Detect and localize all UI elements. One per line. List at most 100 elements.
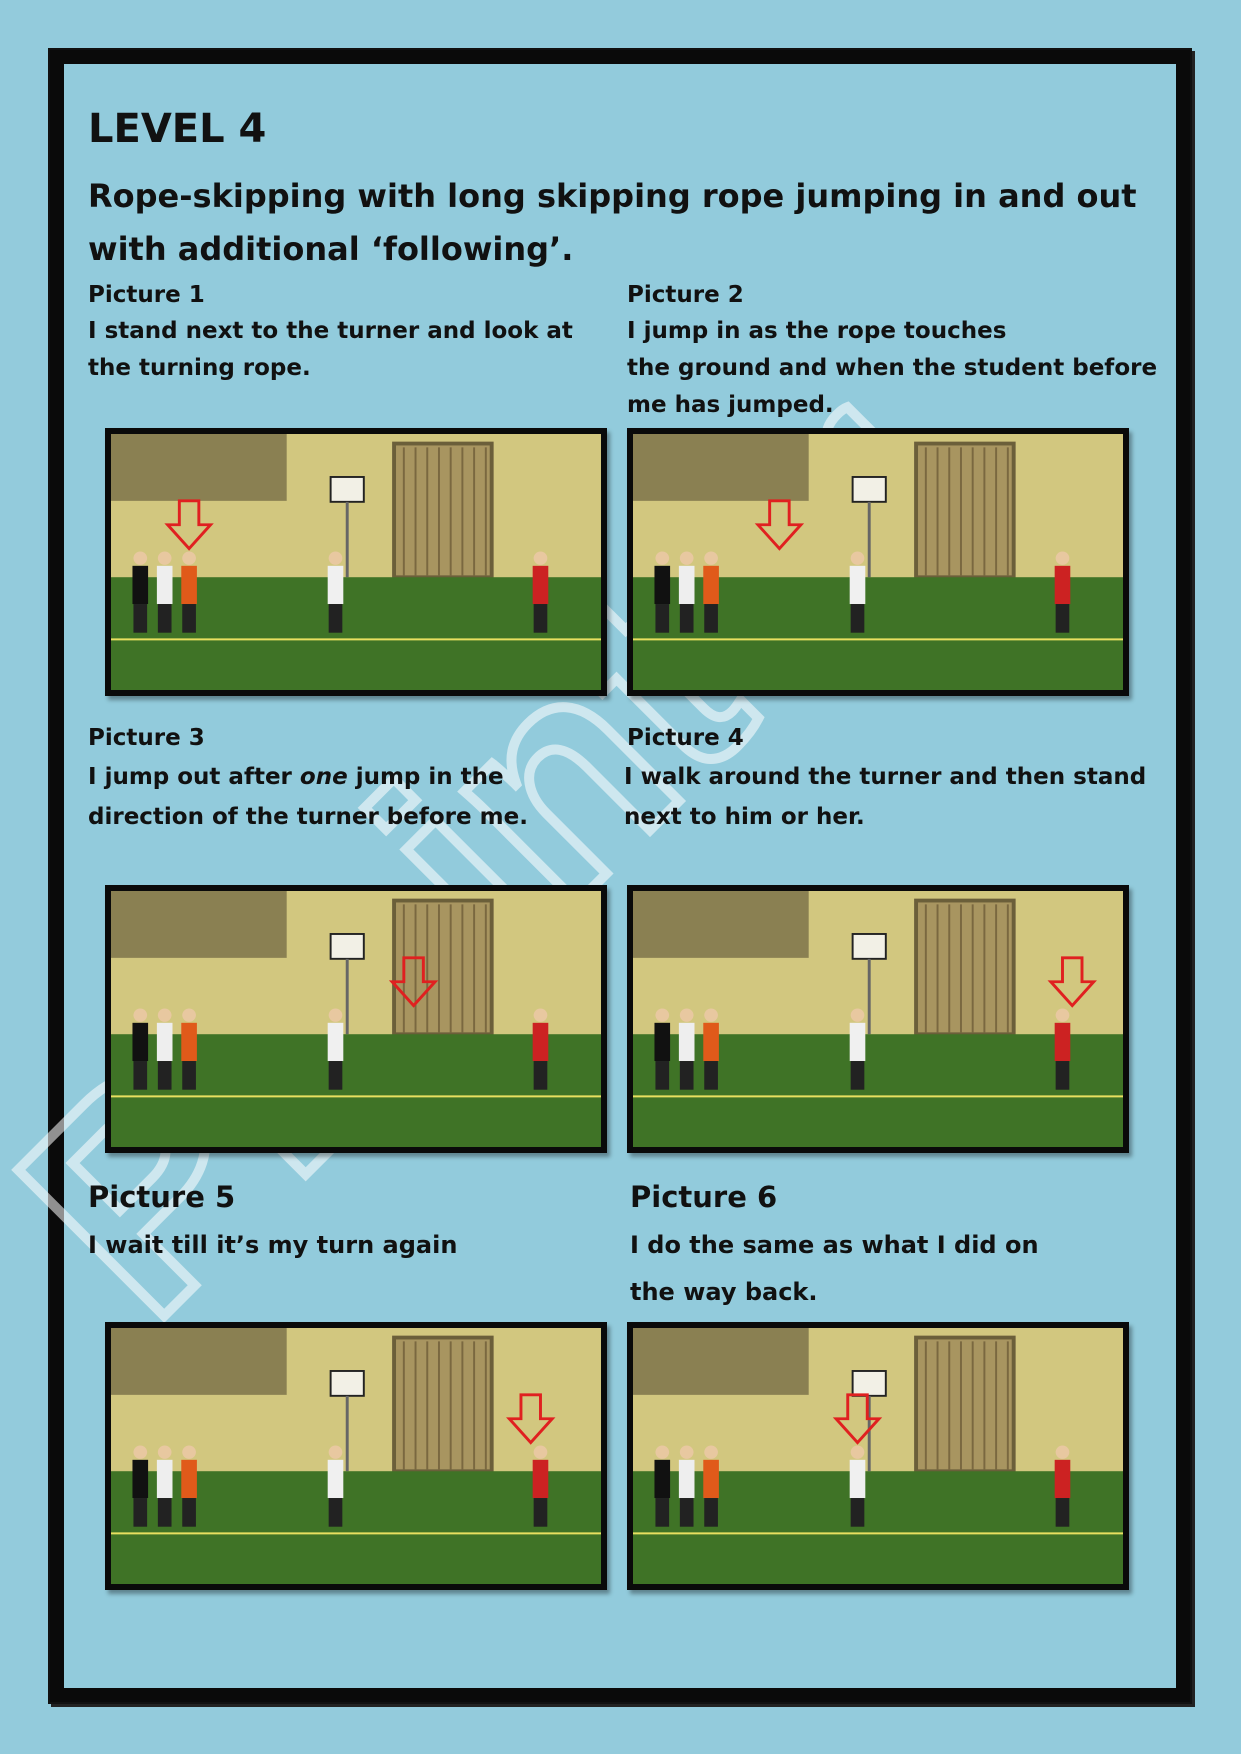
person-body bbox=[532, 1459, 549, 1499]
person-legs bbox=[704, 604, 718, 633]
person-body bbox=[678, 565, 695, 605]
wall-panel bbox=[633, 891, 809, 958]
person-head bbox=[133, 1445, 148, 1459]
wall-panel bbox=[111, 1328, 287, 1395]
person-legs bbox=[133, 1498, 148, 1527]
person-body bbox=[1054, 1022, 1071, 1062]
person-legs bbox=[328, 1498, 343, 1527]
picture-3-label: Picture 3 bbox=[88, 725, 205, 751]
person-head bbox=[533, 551, 548, 565]
person-legs bbox=[533, 604, 548, 633]
person-head bbox=[533, 1008, 548, 1022]
person-body bbox=[849, 1022, 866, 1062]
basketball-board bbox=[851, 1370, 887, 1397]
person-body bbox=[703, 1459, 719, 1499]
photo-1 bbox=[105, 428, 607, 696]
person-head bbox=[533, 1445, 548, 1459]
person-legs bbox=[157, 1498, 172, 1527]
wall-panel bbox=[633, 434, 809, 501]
picture-6-label: Picture 6 bbox=[630, 1180, 778, 1214]
person-legs bbox=[157, 604, 172, 633]
person-body bbox=[1054, 565, 1071, 605]
wall-bars bbox=[914, 1335, 1016, 1474]
person-body bbox=[156, 1459, 173, 1499]
person-legs bbox=[850, 604, 865, 633]
person-body bbox=[1054, 1459, 1071, 1499]
basketball-board bbox=[329, 1370, 365, 1397]
person-head bbox=[679, 551, 694, 565]
person-legs bbox=[533, 1498, 548, 1527]
person-legs bbox=[655, 1498, 670, 1527]
person-head bbox=[850, 1008, 865, 1022]
person-body bbox=[849, 565, 866, 605]
person-legs bbox=[704, 1498, 718, 1527]
person-legs bbox=[133, 604, 148, 633]
person-head bbox=[655, 1008, 670, 1022]
person-head bbox=[1055, 1445, 1070, 1459]
wall-bars bbox=[392, 1335, 494, 1474]
picture-4-label: Picture 4 bbox=[627, 725, 744, 751]
person-body bbox=[532, 565, 549, 605]
basketball-board bbox=[851, 476, 887, 503]
person-body bbox=[532, 1022, 549, 1062]
person-body bbox=[181, 1022, 197, 1062]
picture-3-text: I jump out after one jump in the directi… bbox=[88, 764, 528, 830]
picture-4-text: I walk around the turner and then stand … bbox=[624, 764, 1147, 830]
person-legs bbox=[655, 604, 670, 633]
person-body bbox=[327, 1459, 344, 1499]
person-body bbox=[156, 1022, 173, 1062]
person-body bbox=[849, 1459, 866, 1499]
person-head bbox=[679, 1008, 694, 1022]
person-head bbox=[1055, 1008, 1070, 1022]
person-legs bbox=[157, 1061, 172, 1090]
person-legs bbox=[679, 604, 694, 633]
person-head bbox=[328, 1008, 343, 1022]
photo-5 bbox=[105, 1322, 607, 1590]
person-legs bbox=[850, 1498, 865, 1527]
person-head bbox=[704, 1445, 718, 1459]
person-head bbox=[328, 551, 343, 565]
wall-bars bbox=[392, 441, 494, 580]
picture-2-label: Picture 2 bbox=[627, 282, 744, 308]
person-head bbox=[157, 551, 172, 565]
picture-5-label: Picture 5 bbox=[88, 1180, 236, 1214]
picture-1-text: I stand next to the turner and look at t… bbox=[88, 318, 573, 381]
person-body bbox=[132, 1022, 149, 1062]
person-legs bbox=[182, 1498, 196, 1527]
wall-panel bbox=[111, 434, 287, 501]
person-head bbox=[328, 1445, 343, 1459]
person-body bbox=[156, 565, 173, 605]
person-head bbox=[157, 1445, 172, 1459]
person-head bbox=[655, 1445, 670, 1459]
photo-4 bbox=[627, 885, 1129, 1153]
picture-5-text: I wait till it’s my turn again bbox=[88, 1231, 458, 1259]
person-head bbox=[1055, 551, 1070, 565]
person-body bbox=[703, 565, 719, 605]
person-head bbox=[850, 551, 865, 565]
person-head bbox=[655, 551, 670, 565]
person-body bbox=[327, 565, 344, 605]
photo-6 bbox=[627, 1322, 1129, 1590]
person-body bbox=[132, 565, 149, 605]
basketball-board bbox=[329, 933, 365, 960]
person-body bbox=[181, 565, 197, 605]
person-body bbox=[678, 1459, 695, 1499]
person-legs bbox=[704, 1061, 718, 1090]
person-head bbox=[182, 1008, 196, 1022]
person-legs bbox=[679, 1498, 694, 1527]
person-legs bbox=[533, 1061, 548, 1090]
person-body bbox=[181, 1459, 197, 1499]
person-legs bbox=[328, 604, 343, 633]
person-body bbox=[132, 1459, 149, 1499]
person-legs bbox=[1055, 604, 1070, 633]
person-legs bbox=[1055, 1498, 1070, 1527]
person-body bbox=[654, 1022, 671, 1062]
wall-panel bbox=[111, 891, 287, 958]
page-subtitle: Rope-skipping with long skipping rope ju… bbox=[88, 177, 1137, 268]
person-legs bbox=[182, 1061, 196, 1090]
person-body bbox=[678, 1022, 695, 1062]
person-legs bbox=[182, 604, 196, 633]
wall-panel bbox=[633, 1328, 809, 1395]
person-legs bbox=[850, 1061, 865, 1090]
wall-bars bbox=[914, 898, 1016, 1037]
